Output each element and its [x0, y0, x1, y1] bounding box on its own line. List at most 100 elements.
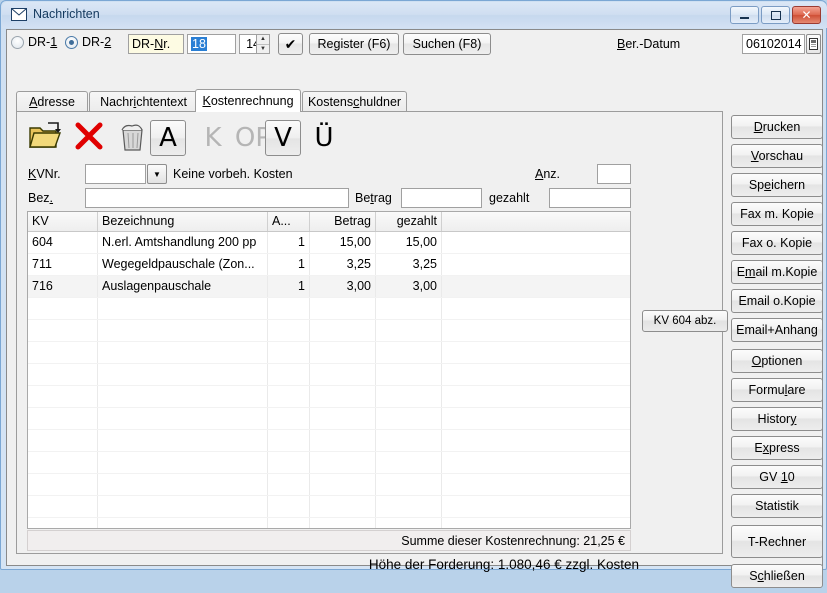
cell-empty — [376, 342, 442, 363]
statistik-button[interactable]: Statistik — [731, 494, 823, 518]
cell-empty — [268, 386, 310, 407]
optionen-button[interactable]: Optionen — [731, 349, 823, 373]
table-row-empty[interactable] — [28, 364, 630, 386]
bez-input[interactable] — [85, 188, 349, 208]
history-button[interactable]: History — [731, 407, 823, 431]
cell-kv: 711 — [28, 254, 98, 275]
tab-nachrichtentext[interactable]: Nachrichtentext — [89, 91, 198, 111]
vorschau-button[interactable]: Vorschau — [731, 144, 823, 168]
tab-kostenschuldner[interactable]: Kostenschuldner — [302, 91, 407, 111]
toolbar-button-k[interactable]: K — [195, 120, 231, 156]
drnr-number-input[interactable]: 18 — [187, 34, 236, 54]
register-button[interactable]: Register (F6) — [309, 33, 399, 55]
cell-empty — [28, 474, 98, 495]
toolbar-ue-label: Ü — [314, 125, 333, 151]
cell-anzahl: 1 — [268, 276, 310, 297]
chevron-down-icon[interactable]: ▼ — [147, 164, 167, 184]
table-row-empty[interactable] — [28, 452, 630, 474]
count-spinner[interactable]: ▲ ▼ — [256, 34, 270, 54]
tab-kostenrechnung[interactable]: Kostenrechnung — [195, 89, 301, 112]
table-row-empty[interactable] — [28, 298, 630, 320]
cell-empty — [310, 386, 376, 407]
cell-empty — [310, 430, 376, 451]
suchen-button[interactable]: Suchen (F8) — [403, 33, 491, 55]
cell-filler — [442, 254, 631, 275]
table-row[interactable]: 604 N.erl. Amtshandlung 200 pp 1 15,00 1… — [28, 232, 630, 254]
spinner-down-icon[interactable]: ▼ — [257, 45, 269, 54]
drnr-label-field[interactable]: DR-Nr. — [128, 34, 184, 54]
cell-betrag: 15,00 — [310, 232, 376, 253]
anz-label: Anz. — [535, 167, 560, 181]
cell-empty — [98, 298, 268, 319]
column-header-anzahl[interactable]: A... — [268, 212, 310, 231]
tab-kostenrechnung-label: Kostenrechnung — [202, 94, 293, 108]
table-row-empty[interactable] — [28, 474, 630, 496]
cell-empty — [98, 452, 268, 473]
gezahlt-label: gezahlt — [489, 191, 529, 205]
email-ohne-kopie-button[interactable]: Email o.Kopie — [731, 289, 823, 313]
spinner-up-icon[interactable]: ▲ — [257, 35, 269, 45]
berdatum-input[interactable]: 06102014 — [742, 34, 805, 54]
table-row-empty[interactable] — [28, 320, 630, 342]
gv10-button[interactable]: GV 10 — [731, 465, 823, 489]
cell-empty — [310, 474, 376, 495]
red-x-icon[interactable] — [73, 120, 107, 154]
cell-empty — [310, 496, 376, 517]
cell-empty — [310, 364, 376, 385]
toolbar-a-label: A — [159, 125, 177, 151]
cell-empty — [376, 298, 442, 319]
confirm-button[interactable]: ✔ — [278, 33, 303, 55]
column-header-betrag[interactable]: Betrag — [310, 212, 376, 231]
express-button[interactable]: Express — [731, 436, 823, 460]
cell-empty — [376, 474, 442, 495]
fax-mit-kopie-button[interactable]: Fax m. Kopie — [731, 202, 823, 226]
maximize-button[interactable] — [761, 6, 790, 24]
minimize-button[interactable] — [730, 6, 759, 24]
table-row-empty[interactable] — [28, 430, 630, 452]
formulare-button[interactable]: Formulare — [731, 378, 823, 402]
cell-empty — [376, 320, 442, 341]
column-header-kv[interactable]: KV — [28, 212, 98, 231]
column-header-gezahlt[interactable]: gezahlt — [376, 212, 442, 231]
gezahlt-input[interactable] — [549, 188, 631, 208]
cell-empty — [310, 320, 376, 341]
kostenrechnung-table[interactable]: KV Bezeichnung A... Betrag gezahlt 604 N… — [27, 211, 631, 529]
t-rechner-button[interactable]: T-Rechner — [731, 525, 823, 558]
toolbar-button-a[interactable]: A — [150, 120, 186, 156]
keine-kosten-label: Keine vorbeh. Kosten — [173, 167, 293, 181]
table-row[interactable]: 716 Auslagenpauschale 1 3,00 3,00 — [28, 276, 630, 298]
radio-dr2[interactable]: DR-2 — [65, 35, 111, 49]
email-anhang-button[interactable]: Email+Anhang — [731, 318, 823, 342]
fax-ohne-kopie-button[interactable]: Fax o. Kopie — [731, 231, 823, 255]
radio-dr1[interactable]: DR-1 — [11, 35, 57, 49]
table-row-empty[interactable] — [28, 496, 630, 518]
calendar-icon[interactable] — [806, 34, 821, 54]
table-row-empty[interactable] — [28, 408, 630, 430]
toolbar-button-ue[interactable]: Ü — [306, 120, 342, 156]
speichern-button[interactable]: Speichern — [731, 173, 823, 197]
table-row-empty[interactable] — [28, 386, 630, 408]
kv-abzug-button[interactable]: KV 604 abz. — [642, 310, 728, 332]
column-header-bezeichnung[interactable]: Bezeichnung — [98, 212, 268, 231]
cell-empty — [28, 298, 98, 319]
table-row-empty[interactable] — [28, 518, 630, 529]
title-bar: Nachrichten ✕ — [2, 2, 827, 28]
schliessen-button[interactable]: Schließen — [731, 564, 823, 588]
table-row[interactable]: 711 Wegegeldpauschale (Zon... 1 3,25 3,2… — [28, 254, 630, 276]
drucken-button[interactable]: Drucken — [731, 115, 823, 139]
tab-adresse[interactable]: Adresse — [16, 91, 88, 111]
kvnr-input[interactable] — [85, 164, 146, 184]
open-folder-icon[interactable] — [28, 120, 62, 154]
close-button[interactable]: ✕ — [792, 6, 821, 24]
toolbar-button-v[interactable]: V — [265, 120, 301, 156]
betrag-input[interactable] — [401, 188, 482, 208]
top-control-row: DR-1 DR-2 DR-Nr. 18 14 ▲ ▼ ✔ Register (F… — [7, 30, 822, 58]
bez-label: Bez. — [28, 191, 53, 205]
table-row-empty[interactable] — [28, 342, 630, 364]
trash-can-icon[interactable] — [115, 120, 149, 154]
email-mit-kopie-button[interactable]: Email m.Kopie — [731, 260, 823, 284]
history-label: History — [758, 412, 797, 426]
close-icon: ✕ — [793, 7, 820, 23]
berdatum-label: Ber.-Datum — [617, 37, 680, 51]
anz-input[interactable] — [597, 164, 631, 184]
